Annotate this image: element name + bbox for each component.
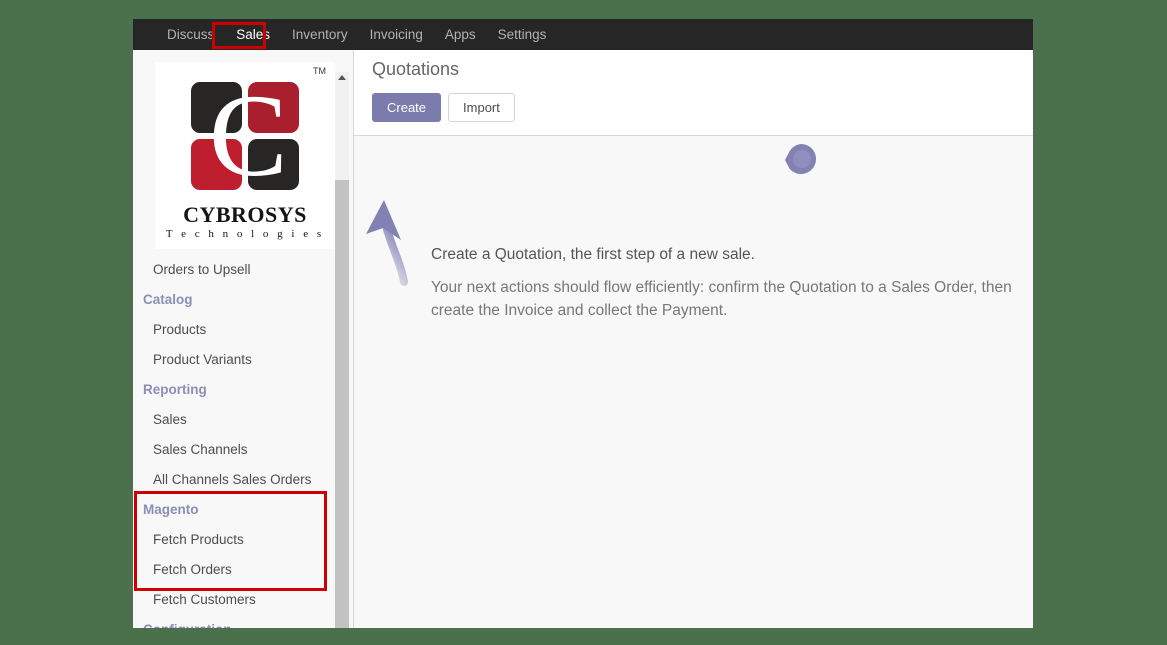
sidebar-group-configuration: Configuration xyxy=(133,615,341,628)
empty-state-headline: Create a Quotation, the first step of a … xyxy=(431,246,755,263)
curved-arrow-up-icon xyxy=(366,200,408,286)
create-button[interactable]: Create xyxy=(372,93,442,122)
sidebar-item-fetch-products[interactable]: Fetch Products xyxy=(133,525,341,555)
logo-company-name: CYBROSYS xyxy=(183,202,307,227)
sidebar-scrollbar-thumb[interactable] xyxy=(335,180,349,628)
trademark-symbol: TM xyxy=(313,66,326,76)
company-logo: C TM CYBROSYS T e c h n o l o g i e s xyxy=(155,62,335,249)
main-panel: Quotations Create Import Create a Quotat… xyxy=(354,50,1033,628)
logo-company-subtitle: T e c h n o l o g i e s xyxy=(165,228,325,240)
import-button[interactable]: Import xyxy=(448,93,515,122)
menu-item-invoicing[interactable]: Invoicing xyxy=(359,19,434,50)
menu-item-sales[interactable]: Sales xyxy=(225,19,281,50)
sidebar: C TM CYBROSYS T e c h n o l o g i e s Or… xyxy=(133,50,354,628)
menu-item-inventory[interactable]: Inventory xyxy=(281,19,359,50)
sidebar-group-reporting: Reporting xyxy=(143,382,207,397)
control-panel: Quotations Create Import xyxy=(354,50,1033,136)
application-window: Discuss Sales Inventory Invoicing Apps S… xyxy=(133,19,1033,628)
sidebar-item-fetch-customers[interactable]: Fetch Customers xyxy=(133,585,341,615)
application-body: C TM CYBROSYS T e c h n o l o g i e s Or… xyxy=(133,50,1033,628)
menu-item-settings[interactable]: Settings xyxy=(487,19,558,50)
sidebar-item-sales[interactable]: Sales xyxy=(133,405,341,435)
logo-mark-icon: C xyxy=(191,70,301,201)
sidebar-group-catalog: Catalog xyxy=(143,292,193,307)
sidebar-item-sales-channels[interactable]: Sales Channels xyxy=(133,435,341,465)
sidebar-item-product-variants[interactable]: Product Variants xyxy=(133,345,341,375)
empty-state-description: Your next actions should flow efficientl… xyxy=(431,279,1012,319)
sidebar-item-all-channels-sales-orders[interactable]: All Channels Sales Orders xyxy=(133,465,341,495)
sidebar-scrollbar[interactable] xyxy=(335,72,349,628)
menu-item-discuss[interactable]: Discuss xyxy=(156,19,225,50)
triangle-up-icon[interactable] xyxy=(338,75,346,80)
sidebar-menu: Orders to Upsell Catalog Products Produc… xyxy=(133,255,341,628)
sidebar-item-products[interactable]: Products xyxy=(133,315,341,345)
top-menu-bar: Discuss Sales Inventory Invoicing Apps S… xyxy=(133,19,1033,50)
logo-letter: C xyxy=(209,70,288,201)
sidebar-item-fetch-orders[interactable]: Fetch Orders xyxy=(133,555,341,585)
sidebar-group-magento: Magento xyxy=(143,502,199,517)
action-button-group: Create Import xyxy=(372,93,515,122)
empty-state: Create a Quotation, the first step of a … xyxy=(354,136,1033,628)
page-title: Quotations xyxy=(372,59,460,79)
sidebar-item-orders-to-upsell[interactable]: Orders to Upsell xyxy=(133,255,341,285)
menu-item-apps[interactable]: Apps xyxy=(434,19,487,50)
